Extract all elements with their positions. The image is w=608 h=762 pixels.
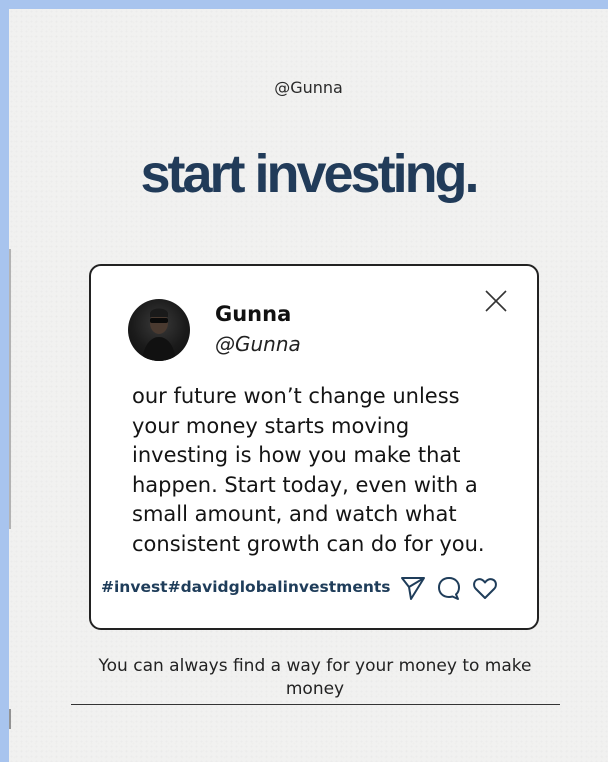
user-name: Gunna — [215, 302, 292, 326]
user-handle: @Gunna — [215, 332, 301, 356]
edge-mark — [9, 249, 11, 529]
heart-icon[interactable] — [471, 574, 499, 602]
hashtags[interactable]: #invest#davidglobalinvestments — [101, 578, 391, 596]
send-icon[interactable] — [399, 574, 427, 602]
close-icon[interactable] — [483, 288, 509, 314]
divider — [71, 704, 560, 705]
avatar — [128, 299, 190, 361]
edge-mark — [9, 709, 11, 729]
comment-icon[interactable] — [435, 574, 463, 602]
frame-left — [0, 0, 9, 762]
tweet-card: Gunna @Gunna our future won’t change unl… — [89, 264, 539, 630]
avatar-photo — [142, 308, 176, 361]
post-text: our future won’t change unless your mone… — [132, 384, 485, 556]
frame-top — [0, 0, 608, 9]
caption: You can always find a way for your money… — [98, 656, 532, 699]
page-headline: start investing. — [140, 144, 479, 204]
page-handle: @Gunna — [274, 78, 343, 97]
